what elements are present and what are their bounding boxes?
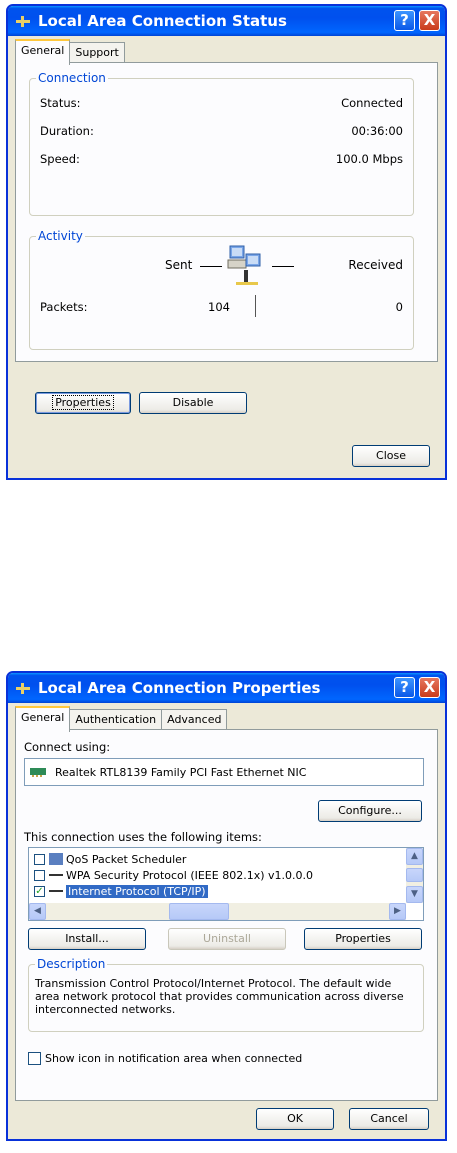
properties-titlebar[interactable]: Local Area Connection Properties ? X xyxy=(8,673,445,703)
packets-received-value: 0 xyxy=(395,300,403,314)
tab-authentication[interactable]: Authentication xyxy=(69,709,163,731)
network-connection-icon xyxy=(14,681,32,695)
received-line xyxy=(272,266,294,267)
packets-label: Packets: xyxy=(40,300,88,314)
install-button[interactable]: Install... xyxy=(28,928,146,950)
notify-checkbox[interactable] xyxy=(28,1052,41,1065)
status-tab-panel: Connection Status: Connected Duration: 0… xyxy=(15,62,438,362)
sent-label: Sent xyxy=(165,258,193,272)
configure-button[interactable]: Configure... xyxy=(318,800,422,822)
qos-label: QoS Packet Scheduler xyxy=(66,852,187,866)
notify-row[interactable]: Show icon in notification area when conn… xyxy=(28,1052,302,1065)
vertical-scrollbar[interactable]: ▲ ▼ xyxy=(406,848,423,903)
uninstall-button[interactable]: Uninstall xyxy=(168,928,286,950)
qos-checkbox[interactable] xyxy=(34,853,45,865)
network-activity-icon xyxy=(227,245,261,285)
close-icon[interactable]: X xyxy=(419,10,440,31)
activity-group-label: Activity xyxy=(36,229,85,243)
tab-advanced[interactable]: Advanced xyxy=(161,709,228,731)
scroll-up-icon[interactable]: ▲ xyxy=(406,848,423,865)
list-item-wpa[interactable]: WPA Security Protocol (IEEE 802.1x) v1.0… xyxy=(34,867,313,883)
connection-group-label: Connection xyxy=(36,71,108,85)
activity-group: Activity Sent Received Packets: 104 0 xyxy=(29,229,414,350)
adapter-name: Realtek RTL8139 Family PCI Fast Ethernet… xyxy=(55,765,307,779)
speed-label: Speed: xyxy=(40,152,80,166)
protocol-icon xyxy=(49,874,63,876)
description-group: Description Transmission Control Protoco… xyxy=(28,957,424,1032)
items-label: This connection uses the following items… xyxy=(24,830,262,844)
status-title: Local Area Connection Status xyxy=(38,12,287,30)
duration-value: 00:36:00 xyxy=(351,124,403,138)
properties-dialog: Local Area Connection Properties ? X Gen… xyxy=(6,671,447,1141)
service-icon xyxy=(49,853,63,865)
network-adapter-icon xyxy=(30,768,46,777)
properties-tab-panel: Connect using: Realtek RTL8139 Family PC… xyxy=(15,729,438,1101)
scroll-left-icon[interactable]: ◀ xyxy=(29,903,46,920)
scroll-right-icon[interactable]: ▶ xyxy=(389,903,406,920)
item-properties-button[interactable]: Properties xyxy=(304,928,422,950)
status-value: Connected xyxy=(341,96,403,110)
duration-label: Duration: xyxy=(40,124,94,138)
properties-title: Local Area Connection Properties xyxy=(38,679,321,697)
status-label: Status: xyxy=(40,96,81,110)
tab-general[interactable]: General xyxy=(15,39,71,65)
scroll-down-icon[interactable]: ▼ xyxy=(406,886,423,903)
scroll-thumb[interactable] xyxy=(406,868,423,882)
protocol-icon xyxy=(49,890,63,892)
speed-value: 100.0 Mbps xyxy=(335,152,403,166)
cancel-button[interactable]: Cancel xyxy=(349,1108,429,1130)
properties-button-label: Properties xyxy=(52,395,114,410)
received-label: Received xyxy=(348,258,403,272)
description-label: Description xyxy=(35,957,108,971)
description-text: Transmission Control Protocol/Internet P… xyxy=(35,977,404,1016)
status-dialog: Local Area Connection Status ? X General… xyxy=(6,4,447,480)
close-icon[interactable]: X xyxy=(419,677,440,698)
sent-line xyxy=(200,266,222,267)
components-listbox[interactable]: QoS Packet Scheduler WPA Security Protoc… xyxy=(28,847,424,921)
status-titlebar[interactable]: Local Area Connection Status ? X xyxy=(8,6,445,36)
list-item-qos[interactable]: QoS Packet Scheduler xyxy=(34,851,186,867)
wpa-label: WPA Security Protocol (IEEE 802.1x) v1.0… xyxy=(66,868,313,882)
packets-sent-value: 104 xyxy=(208,300,230,314)
hscroll-thumb[interactable] xyxy=(169,903,229,920)
disable-button[interactable]: Disable xyxy=(139,392,247,414)
help-button[interactable]: ? xyxy=(394,677,415,698)
notify-label: Show icon in notification area when conn… xyxy=(45,1052,303,1065)
horizontal-scrollbar[interactable]: ◀ ▶ xyxy=(29,903,406,920)
close-button[interactable]: Close xyxy=(352,445,430,467)
list-item-tcpip[interactable]: ✓ Internet Protocol (TCP/IP) xyxy=(34,883,208,899)
wpa-checkbox[interactable] xyxy=(34,869,45,881)
properties-button[interactable]: Properties xyxy=(35,392,131,414)
tcpip-label: Internet Protocol (TCP/IP) xyxy=(66,884,208,898)
ok-button[interactable]: OK xyxy=(256,1108,334,1130)
adapter-field: Realtek RTL8139 Family PCI Fast Ethernet… xyxy=(24,758,424,786)
tab-support[interactable]: Support xyxy=(69,42,125,64)
connect-using-label: Connect using: xyxy=(24,740,111,754)
tab-general[interactable]: General xyxy=(15,706,71,732)
tcpip-checkbox[interactable]: ✓ xyxy=(34,885,45,897)
connection-group: Connection Status: Connected Duration: 0… xyxy=(29,71,414,216)
network-connection-icon xyxy=(14,14,32,28)
packets-divider xyxy=(255,295,256,317)
help-button[interactable]: ? xyxy=(394,10,415,31)
